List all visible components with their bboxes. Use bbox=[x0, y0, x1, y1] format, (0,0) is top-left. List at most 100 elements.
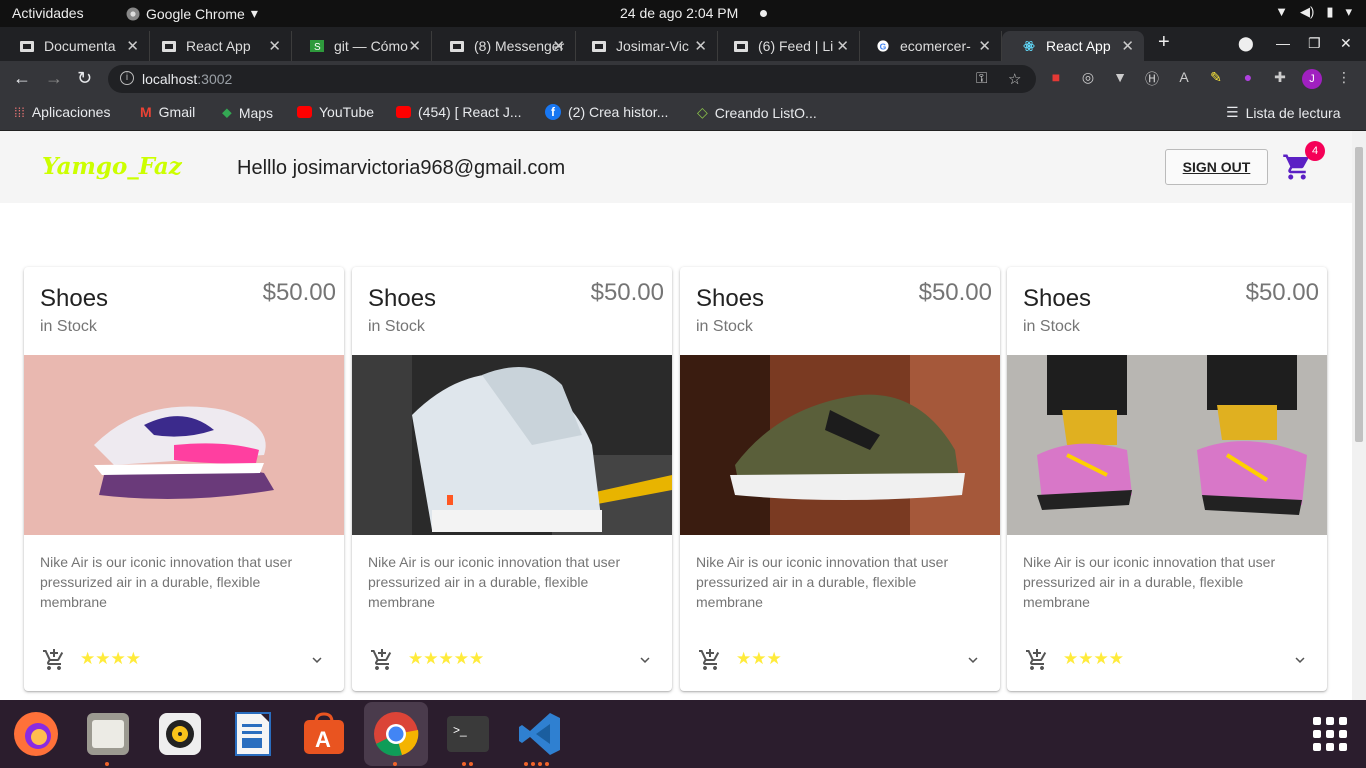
add-to-cart-icon[interactable] bbox=[42, 648, 66, 672]
profile-avatar[interactable]: J bbox=[1302, 69, 1322, 89]
product-stock: in Stock bbox=[696, 318, 753, 335]
tab-react-app-active[interactable]: React App ✕ bbox=[1002, 31, 1144, 61]
activities-button[interactable]: Actividades bbox=[12, 5, 84, 21]
close-icon[interactable]: ✕ bbox=[694, 37, 707, 55]
sign-out-button[interactable]: SIGN OUT bbox=[1165, 149, 1268, 185]
rhythmbox-icon[interactable] bbox=[156, 710, 204, 758]
tab-search-icon[interactable]: ⬤ bbox=[1238, 35, 1254, 52]
back-icon[interactable]: ← bbox=[13, 68, 31, 89]
product-price: $50.00 bbox=[262, 279, 336, 306]
reload-icon[interactable]: ↻ bbox=[77, 68, 92, 89]
product-title: Shoes bbox=[1023, 285, 1092, 312]
extension-h-icon[interactable]: Ⓗ bbox=[1142, 69, 1162, 89]
chevron-down-icon[interactable] bbox=[964, 651, 982, 669]
terminal-icon[interactable]: >_ bbox=[444, 710, 492, 758]
bookmark-gmail[interactable]: M Gmail bbox=[140, 104, 195, 120]
product-stock: in Stock bbox=[1023, 318, 1080, 335]
software-store-icon[interactable]: A bbox=[300, 710, 348, 758]
tab-messenger[interactable]: (8) Messenger ✕ bbox=[430, 31, 576, 61]
bookmark-apps[interactable]: ⁞⁞⁞ Aplicaciones bbox=[14, 104, 110, 120]
extension-red-icon[interactable]: ■ bbox=[1046, 69, 1066, 89]
page-scrollbar[interactable] bbox=[1352, 131, 1366, 700]
system-tray[interactable]: ▼ ◀) ▮ ▾ bbox=[1275, 4, 1352, 20]
extension-purple-icon[interactable]: ● bbox=[1238, 69, 1258, 89]
close-icon[interactable]: ✕ bbox=[836, 37, 849, 55]
close-icon[interactable]: ✕ bbox=[552, 37, 565, 55]
app-menu-label: Google Chrome bbox=[146, 5, 245, 22]
bookmark-react-youtube[interactable]: (454) [ React J... bbox=[396, 104, 521, 120]
tab-react-app[interactable]: React App ✕ bbox=[142, 31, 292, 61]
add-to-cart-icon[interactable] bbox=[1025, 648, 1049, 672]
extension-vue-icon[interactable]: ▼ bbox=[1110, 69, 1130, 89]
close-window-icon[interactable]: ✕ bbox=[1340, 35, 1352, 52]
product-card: Shoes in Stock $50.00 Nike Air is our ic… bbox=[680, 267, 1000, 691]
forward-icon[interactable]: → bbox=[45, 68, 63, 89]
bookmarks-bar: ⁞⁞⁞ Aplicaciones M Gmail ⬥ Maps YouTube … bbox=[0, 97, 1366, 131]
web-page: Yamgo_Faz Helllo josimarvictoria968@gmai… bbox=[0, 131, 1352, 700]
tab-josimar[interactable]: Josimar-Vic ✕ bbox=[572, 31, 718, 61]
tab-git[interactable]: S git — Cómo ✕ bbox=[290, 31, 432, 61]
chevron-down-icon[interactable] bbox=[636, 651, 654, 669]
rating-stars: ★★★★ bbox=[1063, 649, 1124, 668]
product-price: $50.00 bbox=[590, 279, 664, 306]
files-icon[interactable] bbox=[84, 710, 132, 758]
youtube-icon bbox=[297, 106, 312, 118]
address-url: localhost:3002 bbox=[142, 71, 232, 87]
more-menu-icon[interactable]: ⋮ bbox=[1334, 69, 1354, 89]
app-menu[interactable]: Google Chrome ▾ bbox=[126, 5, 258, 22]
close-icon[interactable]: ✕ bbox=[1121, 37, 1134, 55]
new-tab-button[interactable]: + bbox=[1158, 31, 1170, 54]
bookmark-facebook[interactable]: f (2) Crea histor... bbox=[545, 104, 668, 120]
bookmark-maps[interactable]: ⬥ Maps bbox=[222, 104, 273, 121]
key-icon[interactable]: ⚿ bbox=[976, 70, 987, 87]
puzzle-icon[interactable]: ✚ bbox=[1270, 69, 1290, 89]
svg-text:S: S bbox=[314, 42, 321, 52]
show-apps-icon[interactable] bbox=[1313, 717, 1347, 751]
reading-list[interactable]: ☰ Lista de lectura bbox=[1226, 104, 1341, 121]
clock[interactable]: 24 de ago 2:04 PM bbox=[620, 5, 738, 21]
libreoffice-writer-icon[interactable] bbox=[228, 710, 276, 758]
youtube-icon bbox=[396, 106, 411, 118]
bookmark-youtube[interactable]: YouTube bbox=[297, 104, 374, 120]
close-icon[interactable]: ✕ bbox=[408, 37, 421, 55]
add-to-cart-icon[interactable] bbox=[370, 648, 394, 672]
google-icon: G bbox=[877, 40, 889, 52]
product-image bbox=[1007, 355, 1327, 535]
product-stock: in Stock bbox=[368, 318, 425, 335]
tab-documenta[interactable]: Documenta ✕ bbox=[0, 31, 150, 61]
firefox-icon[interactable] bbox=[12, 710, 60, 758]
chrome-icon bbox=[126, 7, 140, 20]
chrome-icon[interactable] bbox=[372, 710, 420, 758]
restore-icon[interactable]: ❐ bbox=[1308, 35, 1321, 52]
chevron-down-icon: ▾ bbox=[250, 5, 258, 21]
close-icon[interactable]: ✕ bbox=[126, 37, 139, 55]
rating-stars: ★★★★ bbox=[80, 649, 141, 668]
chevron-down-icon[interactable] bbox=[1291, 651, 1309, 669]
scrollbar-thumb[interactable] bbox=[1355, 147, 1363, 442]
site-info-icon[interactable]: i bbox=[120, 71, 134, 85]
tab-linkedin-feed[interactable]: (6) Feed | Li ✕ bbox=[714, 31, 860, 61]
tab-ecomercer[interactable]: G ecomercer- ✕ bbox=[856, 31, 1002, 61]
minimize-icon[interactable]: — bbox=[1276, 35, 1290, 51]
app-header: Yamgo_Faz Helllo josimarvictoria968@gmai… bbox=[0, 131, 1352, 203]
address-bar[interactable]: i localhost:3002 ⚿ ☆ bbox=[108, 65, 1036, 93]
bookmark-star-icon[interactable]: ☆ bbox=[1008, 70, 1021, 88]
extension-circle-icon[interactable]: ◎ bbox=[1078, 69, 1098, 89]
vscode-icon[interactable] bbox=[516, 710, 564, 758]
bookmark-creando[interactable]: ◇ Creando ListO... bbox=[697, 104, 817, 121]
url-port: :3002 bbox=[197, 71, 233, 87]
close-icon[interactable]: ✕ bbox=[978, 37, 991, 55]
running-indicator bbox=[462, 762, 473, 766]
logo[interactable]: Yamgo_Faz bbox=[42, 153, 182, 180]
chevron-down-icon[interactable] bbox=[308, 651, 326, 669]
product-price: $50.00 bbox=[918, 279, 992, 306]
close-icon[interactable]: ✕ bbox=[268, 37, 281, 55]
add-to-cart-icon[interactable] bbox=[698, 648, 722, 672]
product-image bbox=[352, 355, 672, 535]
diamond-icon: ◇ bbox=[697, 104, 708, 120]
product-description: Nike Air is our iconic innovation that u… bbox=[1023, 554, 1276, 610]
browser-toolbar: ← → ↻ i localhost:3002 ⚿ ☆ ■ ◎ ▼ Ⓗ A ✎ ●… bbox=[0, 61, 1366, 97]
extension-pen-icon[interactable]: ✎ bbox=[1206, 69, 1226, 89]
product-title: Shoes bbox=[40, 285, 109, 312]
extension-a-icon[interactable]: A bbox=[1174, 69, 1194, 89]
